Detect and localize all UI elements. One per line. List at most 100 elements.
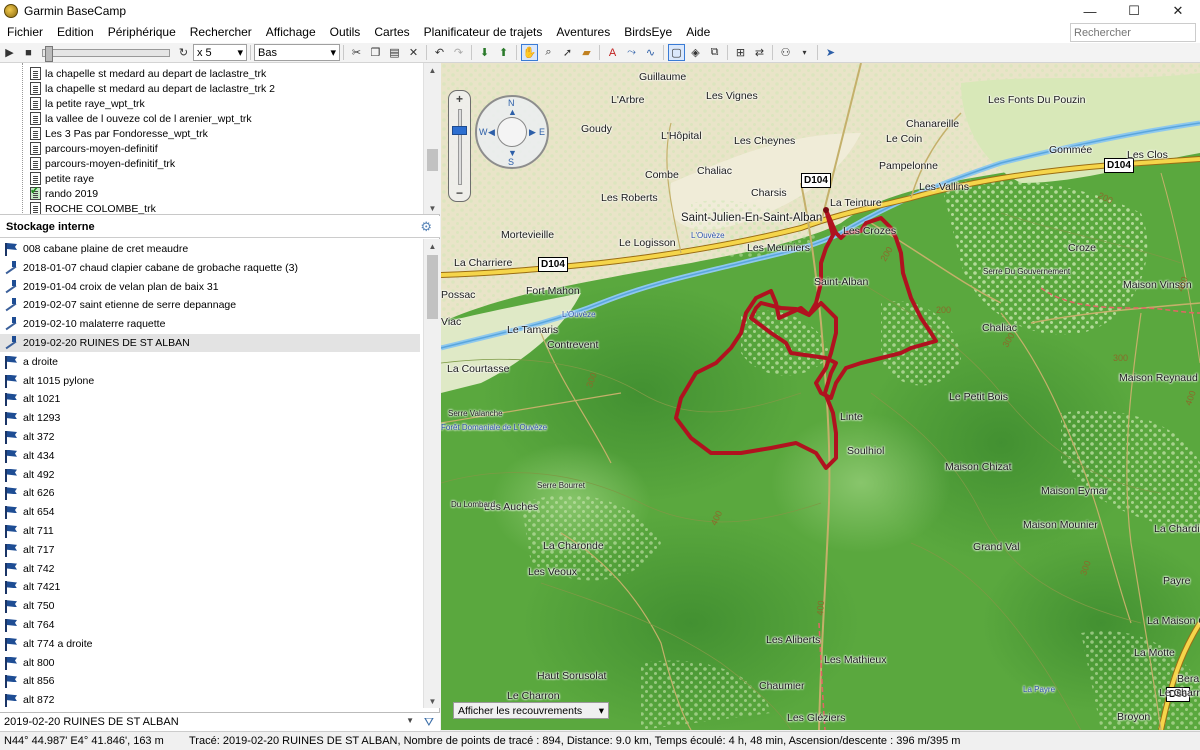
scroll-down-icon[interactable]: ▼ bbox=[424, 694, 440, 708]
menu-affichage[interactable]: Affichage bbox=[259, 22, 323, 43]
list-item[interactable]: alt 492 bbox=[0, 466, 420, 484]
tree-item[interactable]: la chapelle st medard au depart de lacla… bbox=[30, 81, 275, 96]
view-select[interactable]: Bas ▾ bbox=[254, 44, 340, 61]
new-track-icon[interactable]: ∿ bbox=[642, 44, 659, 61]
menu-planificateur[interactable]: Planificateur de trajets bbox=[417, 22, 550, 43]
menu-rechercher[interactable]: Rechercher bbox=[183, 22, 259, 43]
list-item[interactable]: 008 cabane plaine de cret meaudre bbox=[0, 240, 420, 258]
delete-icon[interactable]: ✕ bbox=[405, 44, 422, 61]
swap-panes-icon[interactable]: ⇄ bbox=[751, 44, 768, 61]
zoom-out-icon[interactable]: − bbox=[449, 186, 470, 200]
measure-icon[interactable]: ▰ bbox=[578, 44, 595, 61]
tree-item[interactable]: la vallee de l ouveze col de l arenier_w… bbox=[30, 111, 252, 126]
pan-compass[interactable]: N S E W ▲ ▼ ▶ ◀ bbox=[475, 95, 549, 169]
list-item[interactable]: alt 717 bbox=[0, 541, 420, 559]
scroll-thumb[interactable] bbox=[427, 255, 438, 319]
stop-icon[interactable]: ■ bbox=[20, 44, 37, 61]
close-window-button[interactable]: ✕ bbox=[1156, 0, 1200, 22]
pan-right-icon[interactable]: ▶ bbox=[529, 127, 536, 138]
new-route-icon[interactable]: ⤳ bbox=[623, 44, 640, 61]
tree-item[interactable]: la chapelle st medard au depart de lacla… bbox=[30, 66, 266, 81]
minimize-button[interactable]: — bbox=[1068, 0, 1112, 22]
cut-icon[interactable]: ✂ bbox=[348, 44, 365, 61]
zoom-icon[interactable]: ⌕ bbox=[540, 44, 557, 61]
paste-icon[interactable]: ▤ bbox=[386, 44, 403, 61]
overlay-view-icon[interactable]: ⧉ bbox=[706, 44, 723, 61]
undo-icon[interactable]: ↶ bbox=[431, 44, 448, 61]
list-item[interactable]: alt 750 bbox=[0, 597, 420, 615]
binoculars-icon[interactable]: ⚇ bbox=[777, 44, 794, 61]
replay-icon[interactable]: ↻ bbox=[175, 44, 192, 61]
list-item[interactable]: alt 764 bbox=[0, 616, 420, 634]
send-to-device-icon[interactable]: ⬆ bbox=[495, 44, 512, 61]
redo-icon[interactable]: ↷ bbox=[450, 44, 467, 61]
menu-outils[interactable]: Outils bbox=[323, 22, 368, 43]
gear-icon[interactable]: ⚙ bbox=[420, 219, 432, 235]
list-item[interactable]: alt 742 bbox=[0, 560, 420, 578]
scroll-down-icon[interactable]: ▼ bbox=[424, 201, 440, 214]
copy-icon[interactable]: ❐ bbox=[367, 44, 384, 61]
navigate-icon[interactable]: ➤ bbox=[822, 44, 839, 61]
zoom-track[interactable] bbox=[458, 109, 462, 185]
pan-left-icon[interactable]: ◀ bbox=[488, 127, 495, 138]
tree-item[interactable]: parcours-moyen-definitif bbox=[30, 141, 158, 156]
menu-fichier[interactable]: Fichier bbox=[0, 22, 50, 43]
pan-down-icon[interactable]: ▼ bbox=[508, 148, 517, 158]
menu-aide[interactable]: Aide bbox=[679, 22, 717, 43]
menu-peripherique[interactable]: Périphérique bbox=[101, 22, 183, 43]
menu-aventures[interactable]: Aventures bbox=[549, 22, 617, 43]
zoom-slider[interactable]: + − bbox=[448, 90, 471, 202]
list-item[interactable]: alt 1021 bbox=[0, 390, 420, 408]
list-item[interactable]: 2019-01-04 croix de velan plan de baix 3… bbox=[0, 278, 420, 296]
scroll-thumb[interactable] bbox=[427, 149, 438, 171]
list-item[interactable]: alt 626 bbox=[0, 484, 420, 502]
list-item[interactable]: 2018-01-07 chaud clapier cabane de groba… bbox=[0, 259, 420, 277]
hand-pan-icon[interactable]: ✋ bbox=[521, 44, 538, 61]
scroll-up-icon[interactable]: ▲ bbox=[424, 63, 440, 77]
overlay-select[interactable]: Afficher les recouvrements ▾ bbox=[453, 702, 609, 719]
list-item[interactable]: alt 872 bbox=[0, 691, 420, 708]
playback-slider[interactable] bbox=[42, 45, 170, 62]
tree-item[interactable]: rando 2019 bbox=[30, 184, 98, 201]
chevron-down-icon[interactable]: ▾ bbox=[796, 44, 813, 61]
scroll-up-icon[interactable]: ▲ bbox=[424, 239, 440, 253]
pan-up-icon[interactable]: ▲ bbox=[508, 107, 517, 117]
menu-birdseye[interactable]: BirdsEye bbox=[617, 22, 679, 43]
pan-center[interactable] bbox=[497, 117, 527, 147]
receive-from-device-icon[interactable]: ⬇ bbox=[476, 44, 493, 61]
list-item[interactable]: alt 1015 pylone bbox=[0, 372, 420, 390]
zoom-knob[interactable] bbox=[452, 126, 467, 135]
list-item[interactable]: 2019-02-20 RUINES DE ST ALBAN bbox=[0, 334, 420, 352]
maximize-button[interactable]: ☐ bbox=[1112, 0, 1156, 22]
list-item[interactable]: alt 654 bbox=[0, 503, 420, 521]
tree-item[interactable]: la petite raye_wpt_trk bbox=[30, 96, 145, 111]
list-item[interactable]: alt 774 a droite bbox=[0, 635, 420, 653]
list-item[interactable]: alt 1293 bbox=[0, 409, 420, 427]
storage-header[interactable]: Stockage interne ⚙ bbox=[0, 216, 440, 238]
3d-view-icon[interactable]: ◈ bbox=[687, 44, 704, 61]
search-input[interactable] bbox=[1070, 23, 1196, 42]
map-view[interactable]: D104 D104 D104 D86 Guillaume L'Arbre Les… bbox=[441, 63, 1200, 730]
list-item[interactable]: alt 800 bbox=[0, 654, 420, 672]
list-scrollbar[interactable]: ▲ ▼ bbox=[423, 239, 440, 708]
list-item[interactable]: 2019-02-07 saint etienne de serre depann… bbox=[0, 296, 420, 314]
list-item[interactable]: alt 7421 bbox=[0, 578, 420, 596]
tree-item[interactable]: Les 3 Pas par Fondoresse_wpt_trk bbox=[30, 126, 208, 141]
chevron-down-icon[interactable]: ▼ bbox=[406, 716, 414, 725]
track-start-point[interactable] bbox=[823, 207, 829, 213]
tree-item[interactable]: petite raye bbox=[30, 171, 94, 186]
new-waypoint-icon[interactable]: A bbox=[604, 44, 621, 61]
filter-icon[interactable]: ⛛ bbox=[424, 715, 434, 730]
selection-bar[interactable]: 2019-02-20 RUINES DE ST ALBAN ▼ ⛛ bbox=[0, 712, 440, 731]
select-arrow-icon[interactable]: ➚ bbox=[559, 44, 576, 61]
menu-cartes[interactable]: Cartes bbox=[367, 22, 416, 43]
list-item[interactable]: alt 711 bbox=[0, 522, 420, 540]
list-item[interactable]: 2019-02-10 malaterre raquette bbox=[0, 315, 420, 333]
play-icon[interactable]: ▶ bbox=[1, 44, 18, 61]
zoom-in-icon[interactable]: + bbox=[449, 92, 470, 106]
tree-item[interactable]: parcours-moyen-definitif_trk bbox=[30, 156, 175, 171]
tile-windows-icon[interactable]: ⊞ bbox=[732, 44, 749, 61]
tree-item[interactable]: ROCHE COLOMBE_trk bbox=[30, 201, 156, 214]
tree-scrollbar[interactable]: ▲ ▼ bbox=[423, 63, 440, 214]
map-view-icon[interactable]: ▢ bbox=[668, 44, 685, 61]
